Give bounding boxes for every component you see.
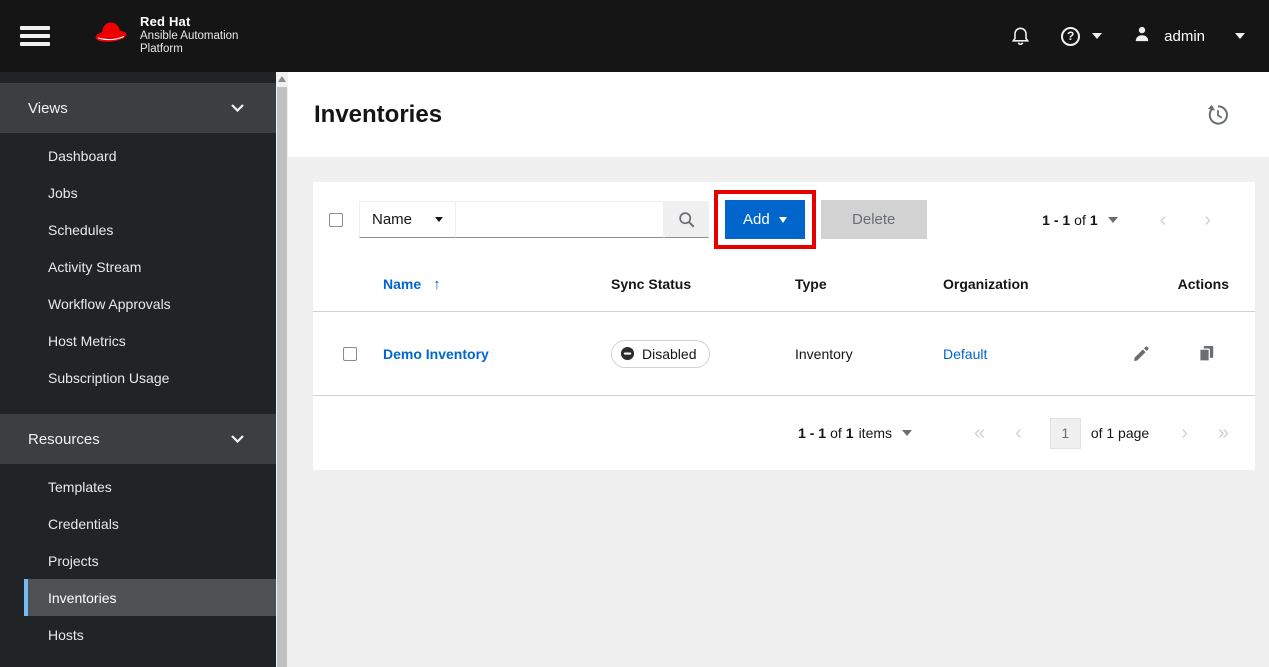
- add-button-label: Add: [743, 211, 770, 228]
- per-page-dropdown-icon[interactable]: [902, 430, 913, 436]
- column-header-organization: Organization: [943, 276, 1029, 292]
- chevron-down-icon: [1235, 33, 1245, 39]
- inventory-name-link[interactable]: Demo Inventory: [383, 346, 611, 362]
- chevron-down-icon: [435, 217, 443, 222]
- section-label: Views: [28, 99, 68, 117]
- sync-status-label: Disabled: [642, 345, 697, 362]
- search-button[interactable]: [664, 201, 709, 238]
- annotation-highlight: Add: [714, 190, 816, 249]
- search-input[interactable]: [456, 201, 664, 238]
- sidebar-item-hosts[interactable]: Hosts: [0, 616, 276, 653]
- brand-logo[interactable]: Red Hat Ansible Automation Platform: [90, 14, 239, 56]
- page-header: Inventories: [288, 72, 1269, 157]
- history-icon[interactable]: [1207, 104, 1229, 126]
- sidebar-item-projects[interactable]: Projects: [0, 542, 276, 579]
- items-word: items: [858, 425, 893, 441]
- edit-pencil-icon[interactable]: [1132, 344, 1151, 363]
- sidebar-item-credentials[interactable]: Credentials: [0, 505, 276, 542]
- sidebar-item-schedules[interactable]: Schedules: [0, 211, 276, 248]
- pagination-bottom: 1 - 1 of 1 items « ‹ of 1 page › »: [313, 396, 1255, 470]
- username-label: admin: [1164, 27, 1205, 45]
- chevron-down-icon: [231, 104, 244, 112]
- sidebar-item-inventories[interactable]: Inventories: [24, 579, 276, 616]
- first-page-button[interactable]: «: [974, 423, 985, 443]
- sidebar-section-resources[interactable]: Resources: [0, 414, 276, 464]
- last-page-button[interactable]: »: [1218, 423, 1229, 443]
- column-header-sync-status: Sync Status: [611, 276, 692, 292]
- pagination-range: 1 - 1: [1042, 211, 1071, 228]
- sort-ascending-icon[interactable]: ↑: [433, 276, 441, 293]
- next-page-button[interactable]: ›: [1204, 210, 1211, 230]
- notifications-bell-icon[interactable]: [1010, 25, 1031, 47]
- delete-button[interactable]: Delete: [820, 200, 927, 239]
- column-header-type: Type: [795, 276, 827, 292]
- per-page-dropdown-icon[interactable]: [1107, 216, 1118, 223]
- pagination-total: 1: [1089, 211, 1098, 228]
- inventory-type-cell: Inventory: [795, 345, 853, 362]
- sidebar-item-dashboard[interactable]: Dashboard: [0, 137, 276, 174]
- copy-icon[interactable]: [1197, 344, 1216, 363]
- add-button[interactable]: Add: [725, 200, 805, 239]
- brand-sub1: Ansible Automation: [140, 30, 239, 43]
- toolbar: Name Add Delete 1 - 1 of 1 ‹ ›: [313, 182, 1255, 257]
- next-page-button[interactable]: ›: [1181, 423, 1188, 443]
- scrollbar-thumb[interactable]: [277, 87, 287, 667]
- sidebar-item-activity-stream[interactable]: Activity Stream: [0, 248, 276, 285]
- nav-toggle-button[interactable]: [20, 26, 50, 46]
- search-icon: [679, 212, 695, 228]
- sidebar-item-host-metrics[interactable]: Host Metrics: [0, 322, 276, 359]
- sidebar-item-jobs[interactable]: Jobs: [0, 174, 276, 211]
- main-content: Inventories Name Add Delete 1 - 1 of 1 ‹…: [288, 72, 1269, 667]
- user-icon: [1132, 24, 1152, 49]
- sync-status-badge: Disabled: [611, 339, 711, 368]
- sidebar-section-views[interactable]: Views: [0, 83, 276, 133]
- brand-sub2: Platform: [140, 43, 183, 56]
- masthead: Red Hat Ansible Automation Platform ? ad…: [0, 0, 1269, 72]
- current-page-input[interactable]: [1049, 417, 1081, 449]
- user-menu[interactable]: admin: [1132, 24, 1245, 49]
- column-header-actions: Actions: [1177, 276, 1229, 292]
- help-menu[interactable]: ?: [1061, 26, 1103, 46]
- page-of-label: of 1 page: [1090, 425, 1150, 441]
- items-range: 1 - 1: [798, 425, 827, 441]
- chevron-down-icon: [1092, 33, 1103, 39]
- pagination-top: 1 - 1 of 1 ‹ ›: [1042, 210, 1239, 230]
- chevron-down-icon: [778, 216, 787, 223]
- table-row: Demo Inventory Disabled Inventory Defaul…: [313, 312, 1255, 396]
- page-title: Inventories: [314, 100, 443, 128]
- prev-page-button[interactable]: ‹: [1015, 423, 1022, 443]
- column-header-name[interactable]: Name ↑: [383, 276, 611, 293]
- sidebar-item-workflow-approvals[interactable]: Workflow Approvals: [0, 285, 276, 322]
- redhat-logo-icon: [90, 19, 132, 54]
- filter-type-label: Name: [372, 211, 413, 228]
- sidebar-scrollbar[interactable]: [276, 72, 288, 667]
- select-all-checkbox[interactable]: [329, 212, 343, 227]
- sidebar-item-subscription-usage[interactable]: Subscription Usage: [0, 359, 276, 396]
- disabled-ban-icon: [620, 346, 635, 361]
- sidebar-nav: Views Dashboard Jobs Schedules Activity …: [0, 72, 276, 667]
- brand-name: Red Hat: [140, 14, 191, 30]
- filter-type-dropdown[interactable]: Name: [359, 201, 456, 238]
- table-header-row: Name ↑ Sync Status Type Organization Act…: [313, 257, 1255, 312]
- inventories-card: Name Add Delete 1 - 1 of 1 ‹ › Name ↑ Sy…: [313, 182, 1255, 470]
- scroll-up-arrow-icon[interactable]: [278, 76, 286, 82]
- row-checkbox[interactable]: [343, 346, 357, 361]
- help-icon: ?: [1061, 26, 1081, 46]
- prev-page-button[interactable]: ‹: [1160, 210, 1167, 230]
- chevron-down-icon: [231, 435, 244, 443]
- sidebar-item-templates[interactable]: Templates: [0, 468, 276, 505]
- organization-link[interactable]: Default: [943, 346, 1130, 362]
- pagination-of: of: [1074, 211, 1086, 228]
- section-label: Resources: [28, 430, 100, 448]
